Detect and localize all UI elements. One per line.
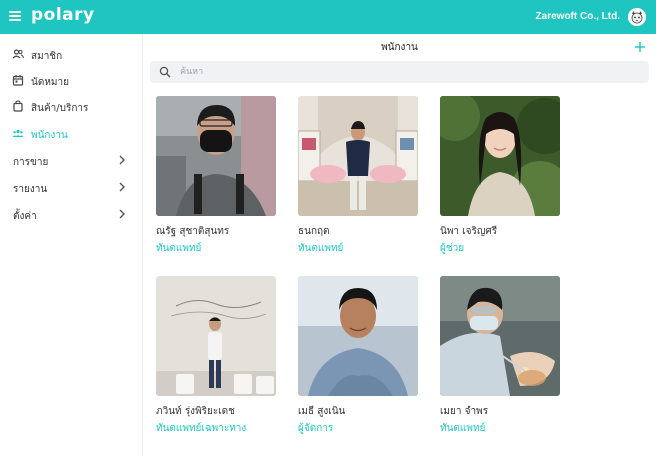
- sidebar-item-sales[interactable]: การขาย: [0, 148, 142, 174]
- sidebar-item-reports[interactable]: รายงาน: [0, 175, 142, 201]
- calendar-icon: [12, 75, 24, 86]
- sidebar-item-products[interactable]: สินค้า/บริการ: [0, 94, 142, 120]
- employee-name: นิพา เจริญศรี: [440, 226, 498, 237]
- sidebar-item-label: สินค้า/บริการ: [31, 103, 89, 114]
- employee-photo: [440, 96, 560, 216]
- employee-card[interactable]: ณรัฐ สุชาติสุนทร ทันตแพทย์: [156, 96, 278, 256]
- search-bar: [150, 61, 649, 83]
- employee-name: ภวินท์ รุ่งพิริยะเดช: [156, 406, 235, 417]
- employee-card[interactable]: ภวินท์ รุ่งพิริยะเดช ทันตแพทย์เฉพาะทาง: [156, 276, 278, 436]
- chevron-right-icon: [119, 209, 125, 219]
- employee-card[interactable]: ธนกฤต ทันตแพทย์: [298, 96, 420, 256]
- shopping-bag-icon: [13, 100, 23, 112]
- search-input[interactable]: [180, 64, 640, 80]
- members-icon: [12, 49, 24, 59]
- sidebar-item-appointments[interactable]: นัดหมาย: [0, 68, 142, 94]
- sidebar-item-settings[interactable]: ตั้งค่า: [0, 202, 142, 228]
- employee-name: เมธี สูงเนิน: [298, 406, 346, 417]
- employee-photo: [298, 276, 418, 396]
- chevron-right-icon: [119, 155, 125, 165]
- employee-name: เมยา จำพร: [440, 406, 489, 417]
- chevron-right-icon: [119, 182, 125, 192]
- sidebar-item-label: พนักงาน: [31, 130, 68, 141]
- top-app-bar: polary Zarewoft Co., Ltd.: [0, 0, 656, 34]
- employee-card[interactable]: เมยา จำพร ทันตแพทย์: [440, 276, 562, 436]
- employee-photo: [156, 276, 276, 396]
- sidebar-item-label: การขาย: [13, 157, 49, 168]
- add-icon[interactable]: [633, 40, 647, 54]
- menu-icon[interactable]: [9, 11, 21, 21]
- sidebar: สมาชิก นัดหมาย สินค้า/บริการ พนักงาน การ…: [0, 34, 143, 456]
- user-avatar[interactable]: [628, 8, 646, 26]
- company-name[interactable]: Zarewoft Co., Ltd.: [536, 11, 620, 22]
- employee-role: ทันตแพทย์เฉพาะทาง: [156, 423, 247, 434]
- employee-card[interactable]: นิพา เจริญศรี ผู้ช่วย: [440, 96, 562, 256]
- page-title: พนักงาน: [381, 42, 418, 53]
- sidebar-item-staff[interactable]: พนักงาน: [0, 121, 142, 147]
- employee-role: ทันตแพทย์: [298, 243, 344, 254]
- employee-role: ทันตแพทย์: [156, 243, 202, 254]
- employee-name: ณรัฐ สุชาติสุนทร: [156, 226, 230, 237]
- employee-role: ผู้จัดการ: [298, 423, 334, 434]
- sidebar-item-label: รายงาน: [13, 184, 48, 195]
- employee-card[interactable]: เมธี สูงเนิน ผู้จัดการ: [298, 276, 420, 436]
- employee-photo: [156, 96, 276, 216]
- employee-name: ธนกฤต: [298, 226, 330, 237]
- search-icon: [159, 66, 171, 78]
- sidebar-item-members[interactable]: สมาชิก: [0, 42, 142, 68]
- employee-photo: [440, 276, 560, 396]
- employee-role: ทันตแพทย์: [440, 423, 486, 434]
- sidebar-item-label: สมาชิก: [31, 51, 63, 62]
- main-content: พนักงาน ณรัฐ ส: [143, 34, 656, 456]
- employee-role: ผู้ช่วย: [440, 243, 465, 254]
- staff-icon: [12, 129, 24, 137]
- sidebar-item-label: นัดหมาย: [31, 77, 69, 88]
- employee-photo: [298, 96, 418, 216]
- app-logo[interactable]: polary: [31, 5, 95, 25]
- cat-avatar-icon: [628, 8, 646, 26]
- sidebar-item-label: ตั้งค่า: [13, 211, 37, 222]
